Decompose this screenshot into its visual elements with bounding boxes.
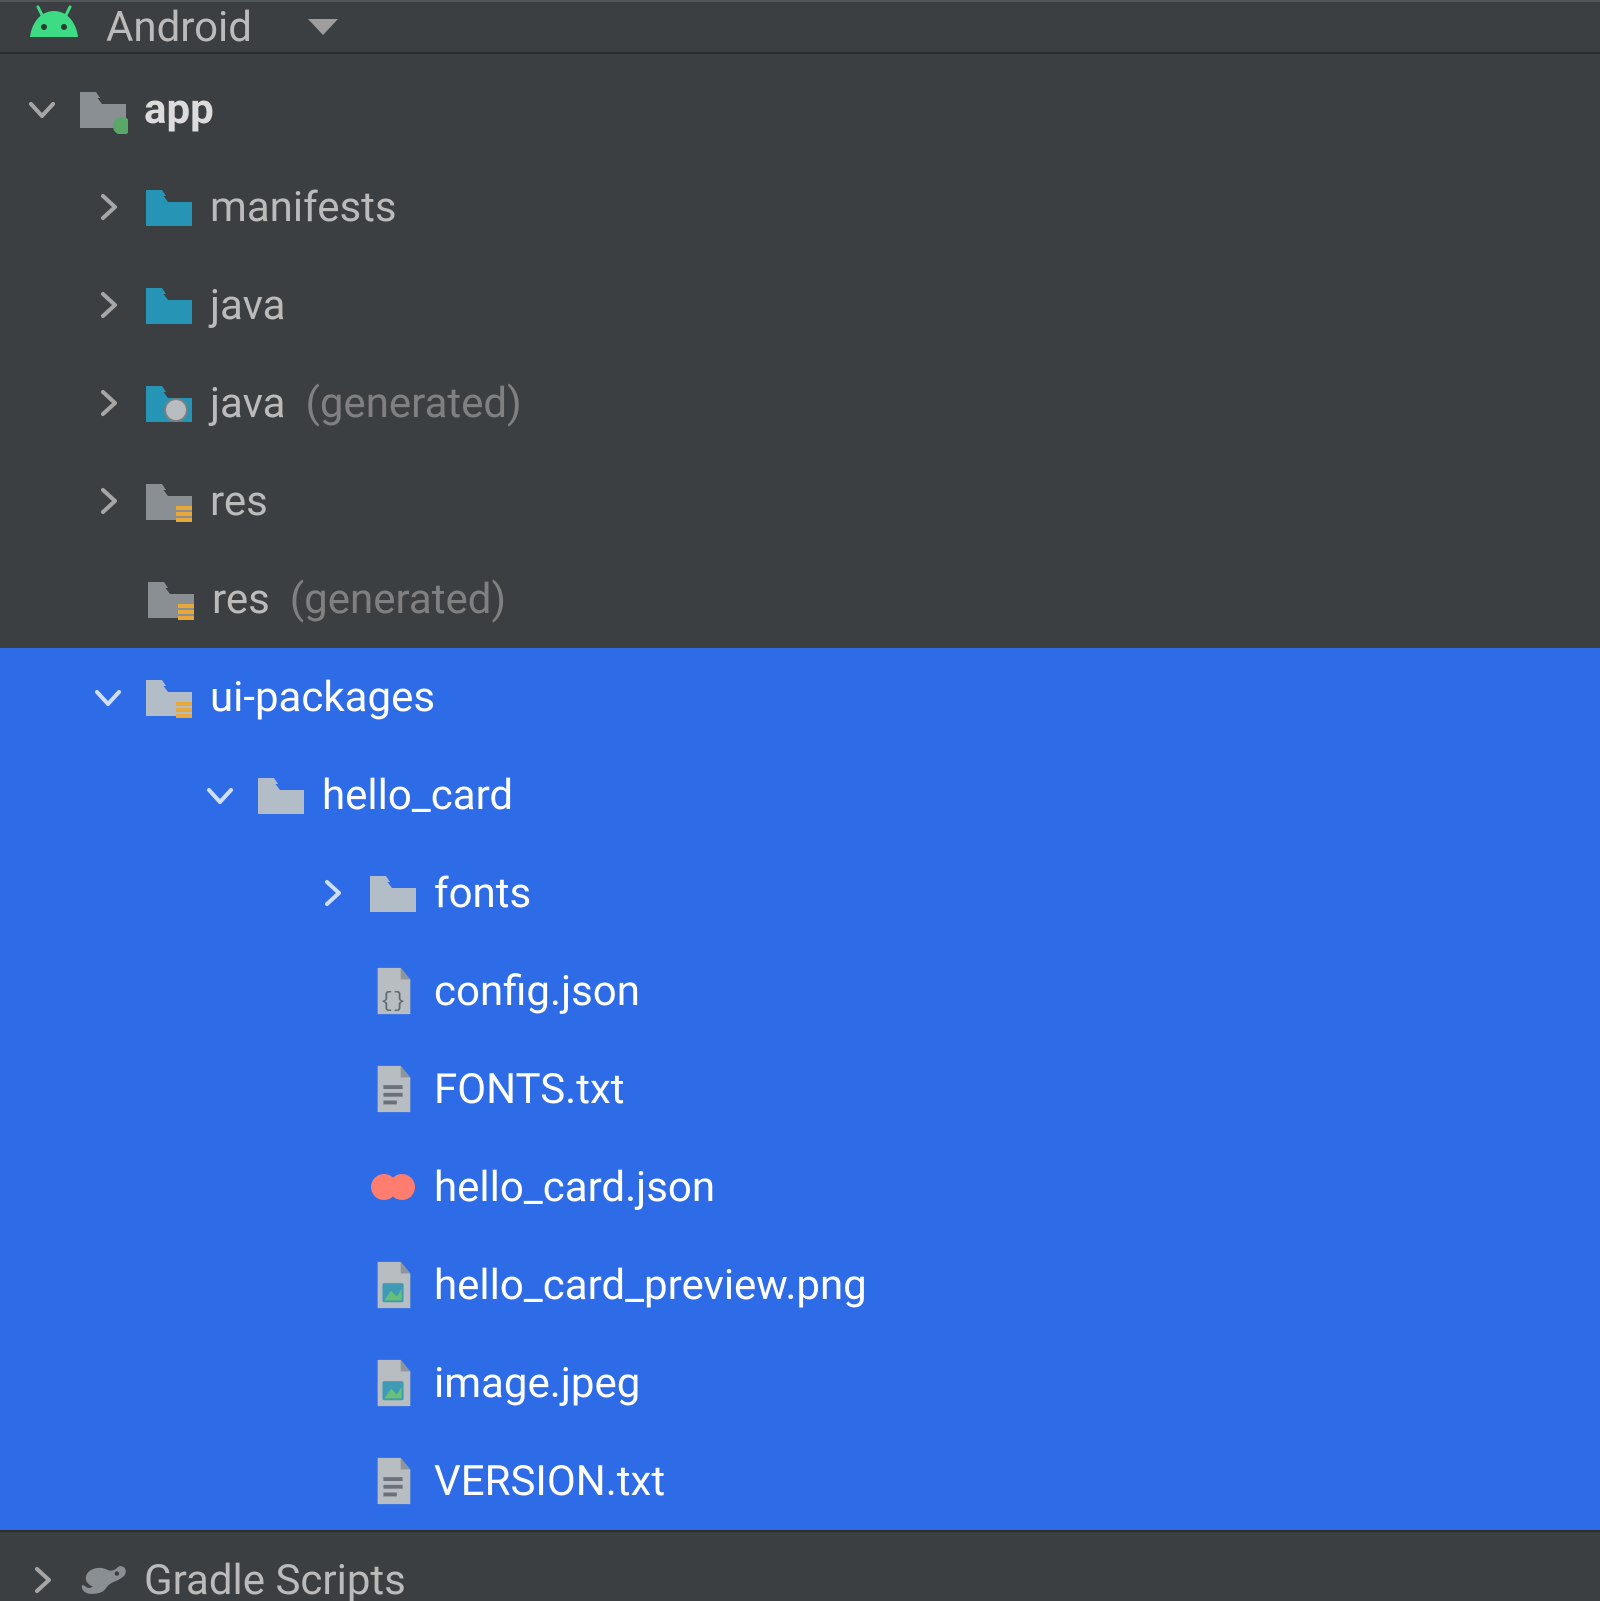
tree-label: manifests xyxy=(210,183,397,232)
generated-folder-icon xyxy=(142,376,196,430)
project-tool-window: Android app xyxy=(0,0,1600,1601)
tree-label: res xyxy=(212,575,270,624)
chevron-right-icon[interactable] xyxy=(88,383,128,423)
tree-node-java[interactable]: java xyxy=(0,256,1600,354)
folder-icon xyxy=(142,180,196,234)
chevron-right-icon[interactable] xyxy=(88,285,128,325)
module-folder-icon xyxy=(76,82,130,136)
tree-node-hello-card-json[interactable]: hello_card.json xyxy=(0,1138,1600,1236)
tree-node-ui-packages[interactable]: ui-packages xyxy=(0,648,1600,746)
tree-node-java-generated[interactable]: java (generated) xyxy=(0,354,1600,452)
tree-label: hello_card.json xyxy=(434,1163,715,1212)
tree-node-fonts[interactable]: fonts xyxy=(0,844,1600,942)
folder-icon xyxy=(366,866,420,920)
tree-label: fonts xyxy=(434,869,531,918)
tree-suffix: (generated) xyxy=(290,575,506,624)
resource-folder-icon xyxy=(142,474,196,528)
tree-node-hello-card-preview[interactable]: hello_card_preview.png xyxy=(0,1236,1600,1334)
folder-icon xyxy=(254,768,308,822)
tree-suffix: (generated) xyxy=(305,379,521,428)
tree-node-image-jpeg[interactable]: image.jpeg xyxy=(0,1334,1600,1432)
tree-node-app[interactable]: app xyxy=(0,60,1600,158)
tree-label: hello_card_preview.png xyxy=(434,1261,867,1310)
json-file-icon: {} xyxy=(366,964,420,1018)
tree-node-hello-card[interactable]: hello_card xyxy=(0,746,1600,844)
tree-label: java xyxy=(210,281,285,330)
tree-node-res[interactable]: res xyxy=(0,452,1600,550)
chevron-right-icon[interactable] xyxy=(88,187,128,227)
tree-label: app xyxy=(144,85,214,134)
tree-label: res xyxy=(210,477,268,526)
resource-folder-icon xyxy=(142,670,196,724)
tree-label: FONTS.txt xyxy=(434,1065,625,1114)
tree-label: ui-packages xyxy=(210,673,435,722)
resource-folder-icon xyxy=(144,572,198,626)
tree-node-gradle-scripts[interactable]: Gradle Scripts xyxy=(0,1530,1600,1601)
text-file-icon xyxy=(366,1062,420,1116)
svg-text:{}: {} xyxy=(380,989,405,1013)
chevron-right-icon[interactable] xyxy=(22,1560,62,1600)
tree-node-config-json[interactable]: {} config.json xyxy=(0,942,1600,1040)
chevron-down-icon[interactable] xyxy=(22,89,62,129)
project-view-header[interactable]: Android xyxy=(0,0,1600,54)
folder-icon xyxy=(142,278,196,332)
chevron-right-icon[interactable] xyxy=(88,481,128,521)
tree-node-res-generated[interactable]: res (generated) xyxy=(0,550,1600,648)
tree-label: Gradle Scripts xyxy=(144,1556,406,1601)
android-robot-icon xyxy=(28,2,80,52)
image-file-icon xyxy=(366,1258,420,1312)
gradle-icon xyxy=(76,1553,130,1601)
tree-node-version-txt[interactable]: VERSION.txt xyxy=(0,1432,1600,1530)
tree-label: java xyxy=(210,379,285,428)
project-view-title: Android xyxy=(106,3,252,52)
tree-label: VERSION.txt xyxy=(434,1457,665,1506)
relay-file-icon xyxy=(366,1160,420,1214)
tree-node-manifests[interactable]: manifests xyxy=(0,158,1600,256)
chevron-down-icon[interactable] xyxy=(200,775,240,815)
dropdown-triangle-icon[interactable] xyxy=(306,5,340,49)
tree-label: hello_card xyxy=(322,771,513,820)
image-file-icon xyxy=(366,1356,420,1410)
text-file-icon xyxy=(366,1454,420,1508)
chevron-down-icon[interactable] xyxy=(88,677,128,717)
tree-node-fonts-txt[interactable]: FONTS.txt xyxy=(0,1040,1600,1138)
tree-label: image.jpeg xyxy=(434,1359,640,1408)
chevron-right-icon[interactable] xyxy=(312,873,352,913)
project-tree: app manifests xyxy=(0,54,1600,1601)
tree-label: config.json xyxy=(434,967,640,1016)
